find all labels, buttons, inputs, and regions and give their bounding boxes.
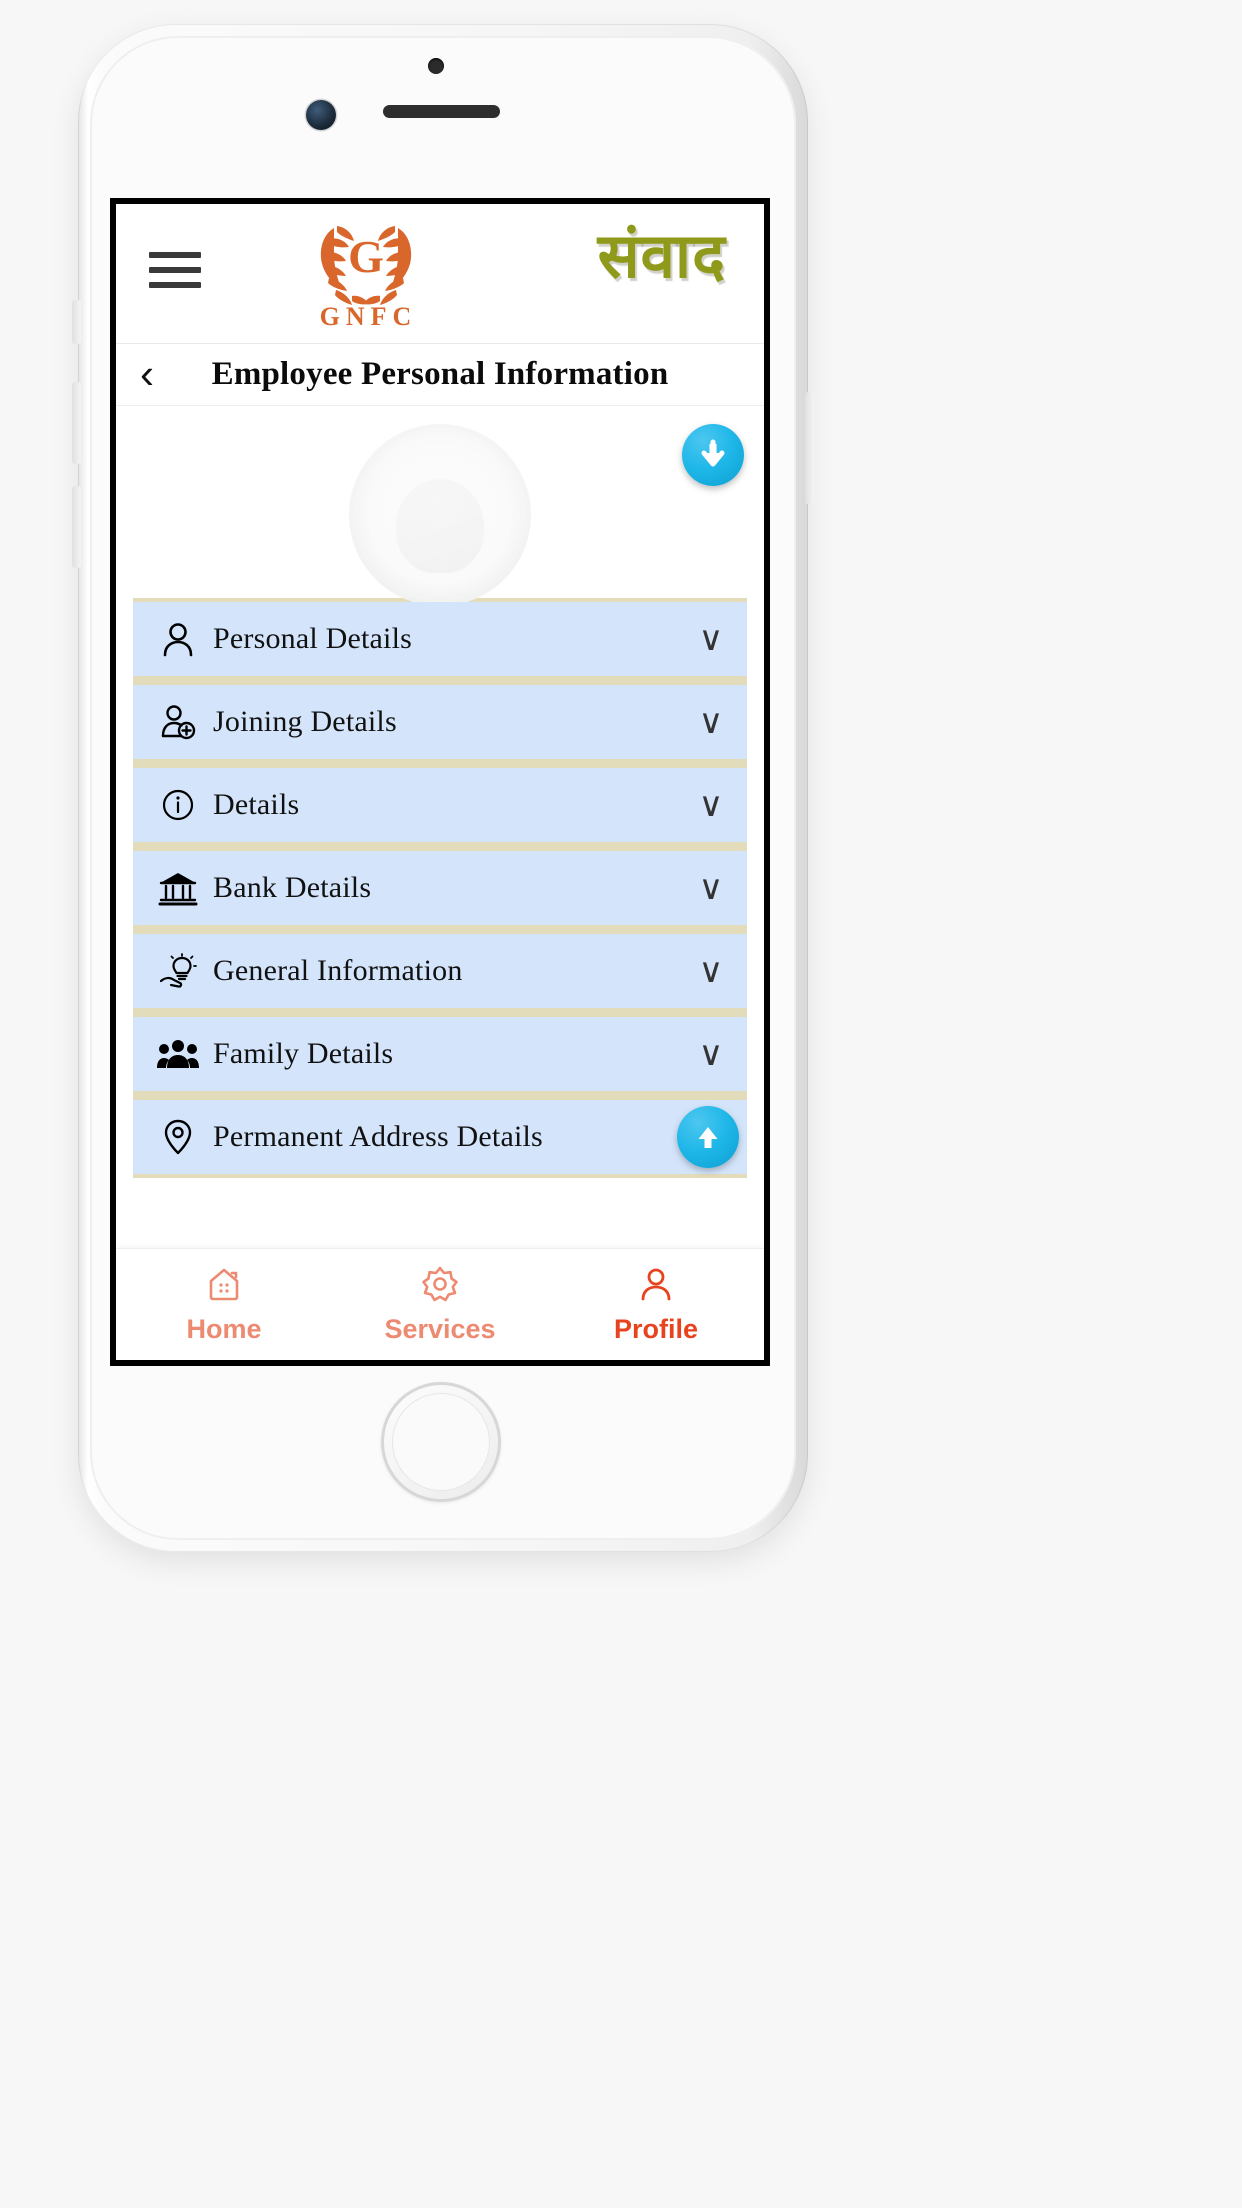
profile-icon bbox=[636, 1264, 676, 1309]
section-label: Joining Details bbox=[213, 705, 397, 738]
nav-label: Profile bbox=[613, 1314, 699, 1344]
arrow-up-icon bbox=[698, 1127, 718, 1148]
mute-switch[interactable] bbox=[72, 300, 81, 344]
user-add-icon bbox=[155, 700, 201, 744]
chevron-down-icon[interactable]: ∨ bbox=[691, 954, 731, 988]
section-label: Details bbox=[213, 788, 300, 821]
section-label: General Information bbox=[213, 954, 463, 987]
earpiece-speaker bbox=[383, 105, 500, 118]
chevron-down-icon[interactable]: ∨ bbox=[691, 871, 731, 905]
gear-icon bbox=[420, 1264, 460, 1309]
page-title: Employee Personal Information bbox=[211, 356, 669, 392]
section-label: Permanent Address Details bbox=[213, 1120, 543, 1153]
volume-up-button[interactable] bbox=[72, 382, 81, 464]
bank-icon bbox=[155, 866, 201, 910]
home-button[interactable] bbox=[381, 1382, 501, 1502]
back-chevron-icon[interactable]: ‹ bbox=[126, 352, 168, 398]
sensor-dot bbox=[428, 58, 444, 74]
hand-bulb-icon bbox=[155, 949, 201, 993]
nav-item-home[interactable]: Home bbox=[116, 1249, 332, 1360]
gnfc-wordmark: GNFC bbox=[319, 302, 418, 331]
gnfc-logo: G GNFC bbox=[271, 218, 461, 332]
front-camera-icon bbox=[306, 100, 336, 130]
section-general-information[interactable]: General Information ∨ bbox=[133, 934, 747, 1008]
user-icon bbox=[155, 617, 201, 661]
employee-photo-area bbox=[116, 406, 764, 606]
chevron-down-icon[interactable]: ∨ bbox=[691, 705, 731, 739]
section-label: Personal Details bbox=[213, 622, 412, 655]
scroll-up-button[interactable] bbox=[677, 1106, 739, 1168]
home-icon bbox=[204, 1264, 244, 1309]
chevron-down-icon[interactable]: ∨ bbox=[691, 1037, 731, 1071]
section-personal-details[interactable]: Personal Details ∨ bbox=[133, 602, 747, 676]
scroll-down-button[interactable] bbox=[682, 424, 744, 486]
app-header: G GNFC संवाद bbox=[116, 204, 764, 344]
phone-screen: G GNFC संवाद ‹ Employee Personal Informa… bbox=[110, 198, 770, 1366]
employee-photo-placeholder bbox=[349, 424, 531, 606]
laurel-wreath-logo-icon: G bbox=[320, 226, 412, 305]
family-group-icon bbox=[155, 1032, 201, 1076]
nav-item-profile[interactable]: Profile bbox=[548, 1249, 764, 1360]
svg-text:G: G bbox=[348, 231, 384, 282]
page-title-bar: ‹ Employee Personal Information bbox=[116, 344, 764, 406]
nav-label: Services bbox=[384, 1314, 496, 1344]
section-label: Family Details bbox=[213, 1037, 394, 1070]
section-label: Bank Details bbox=[213, 871, 372, 904]
section-details[interactable]: Details ∨ bbox=[133, 768, 747, 842]
employee-sections-list: Personal Details ∨ Joining Details ∨ Det… bbox=[133, 598, 747, 1178]
section-joining-details[interactable]: Joining Details ∨ bbox=[133, 685, 747, 759]
chevron-down-icon[interactable]: ∨ bbox=[691, 622, 731, 656]
location-pin-icon bbox=[155, 1115, 201, 1159]
bottom-navigation: Home Services Profile bbox=[116, 1248, 764, 1360]
hamburger-menu-icon[interactable] bbox=[149, 250, 201, 290]
brand-script-title: संवाद bbox=[597, 222, 726, 291]
power-button[interactable] bbox=[805, 392, 814, 504]
volume-down-button[interactable] bbox=[72, 486, 81, 568]
section-permanent-address-details[interactable]: Permanent Address Details bbox=[133, 1100, 747, 1174]
device-mockup: G GNFC संवाद ‹ Employee Personal Informa… bbox=[0, 0, 1242, 2208]
section-bank-details[interactable]: Bank Details ∨ bbox=[133, 851, 747, 925]
nav-item-services[interactable]: Services bbox=[332, 1249, 548, 1360]
arrow-down-icon bbox=[701, 439, 725, 467]
nav-label: Home bbox=[186, 1314, 262, 1344]
info-circle-icon bbox=[155, 783, 201, 827]
section-family-details[interactable]: Family Details ∨ bbox=[133, 1017, 747, 1091]
chevron-down-icon[interactable]: ∨ bbox=[691, 788, 731, 822]
